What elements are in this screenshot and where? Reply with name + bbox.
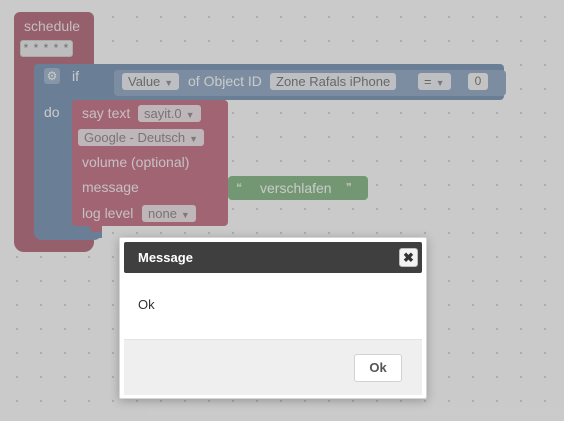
dialog-titlebar: Message ✖ [124, 242, 422, 273]
dialog-footer: Ok [124, 339, 422, 395]
blockly-workspace[interactable]: schedule * * * * * ⚙ if do Value ▼ of Obj… [0, 0, 564, 421]
dialog-title: Message [138, 250, 193, 265]
message-dialog: Message ✖ Ok Ok [119, 237, 427, 399]
dialog-body: Ok [124, 273, 422, 339]
horizontal-scrollbar[interactable] [146, 407, 564, 416]
ok-button[interactable]: Ok [354, 354, 402, 382]
dialog-message: Ok [138, 297, 155, 312]
close-icon[interactable]: ✖ [399, 248, 418, 267]
